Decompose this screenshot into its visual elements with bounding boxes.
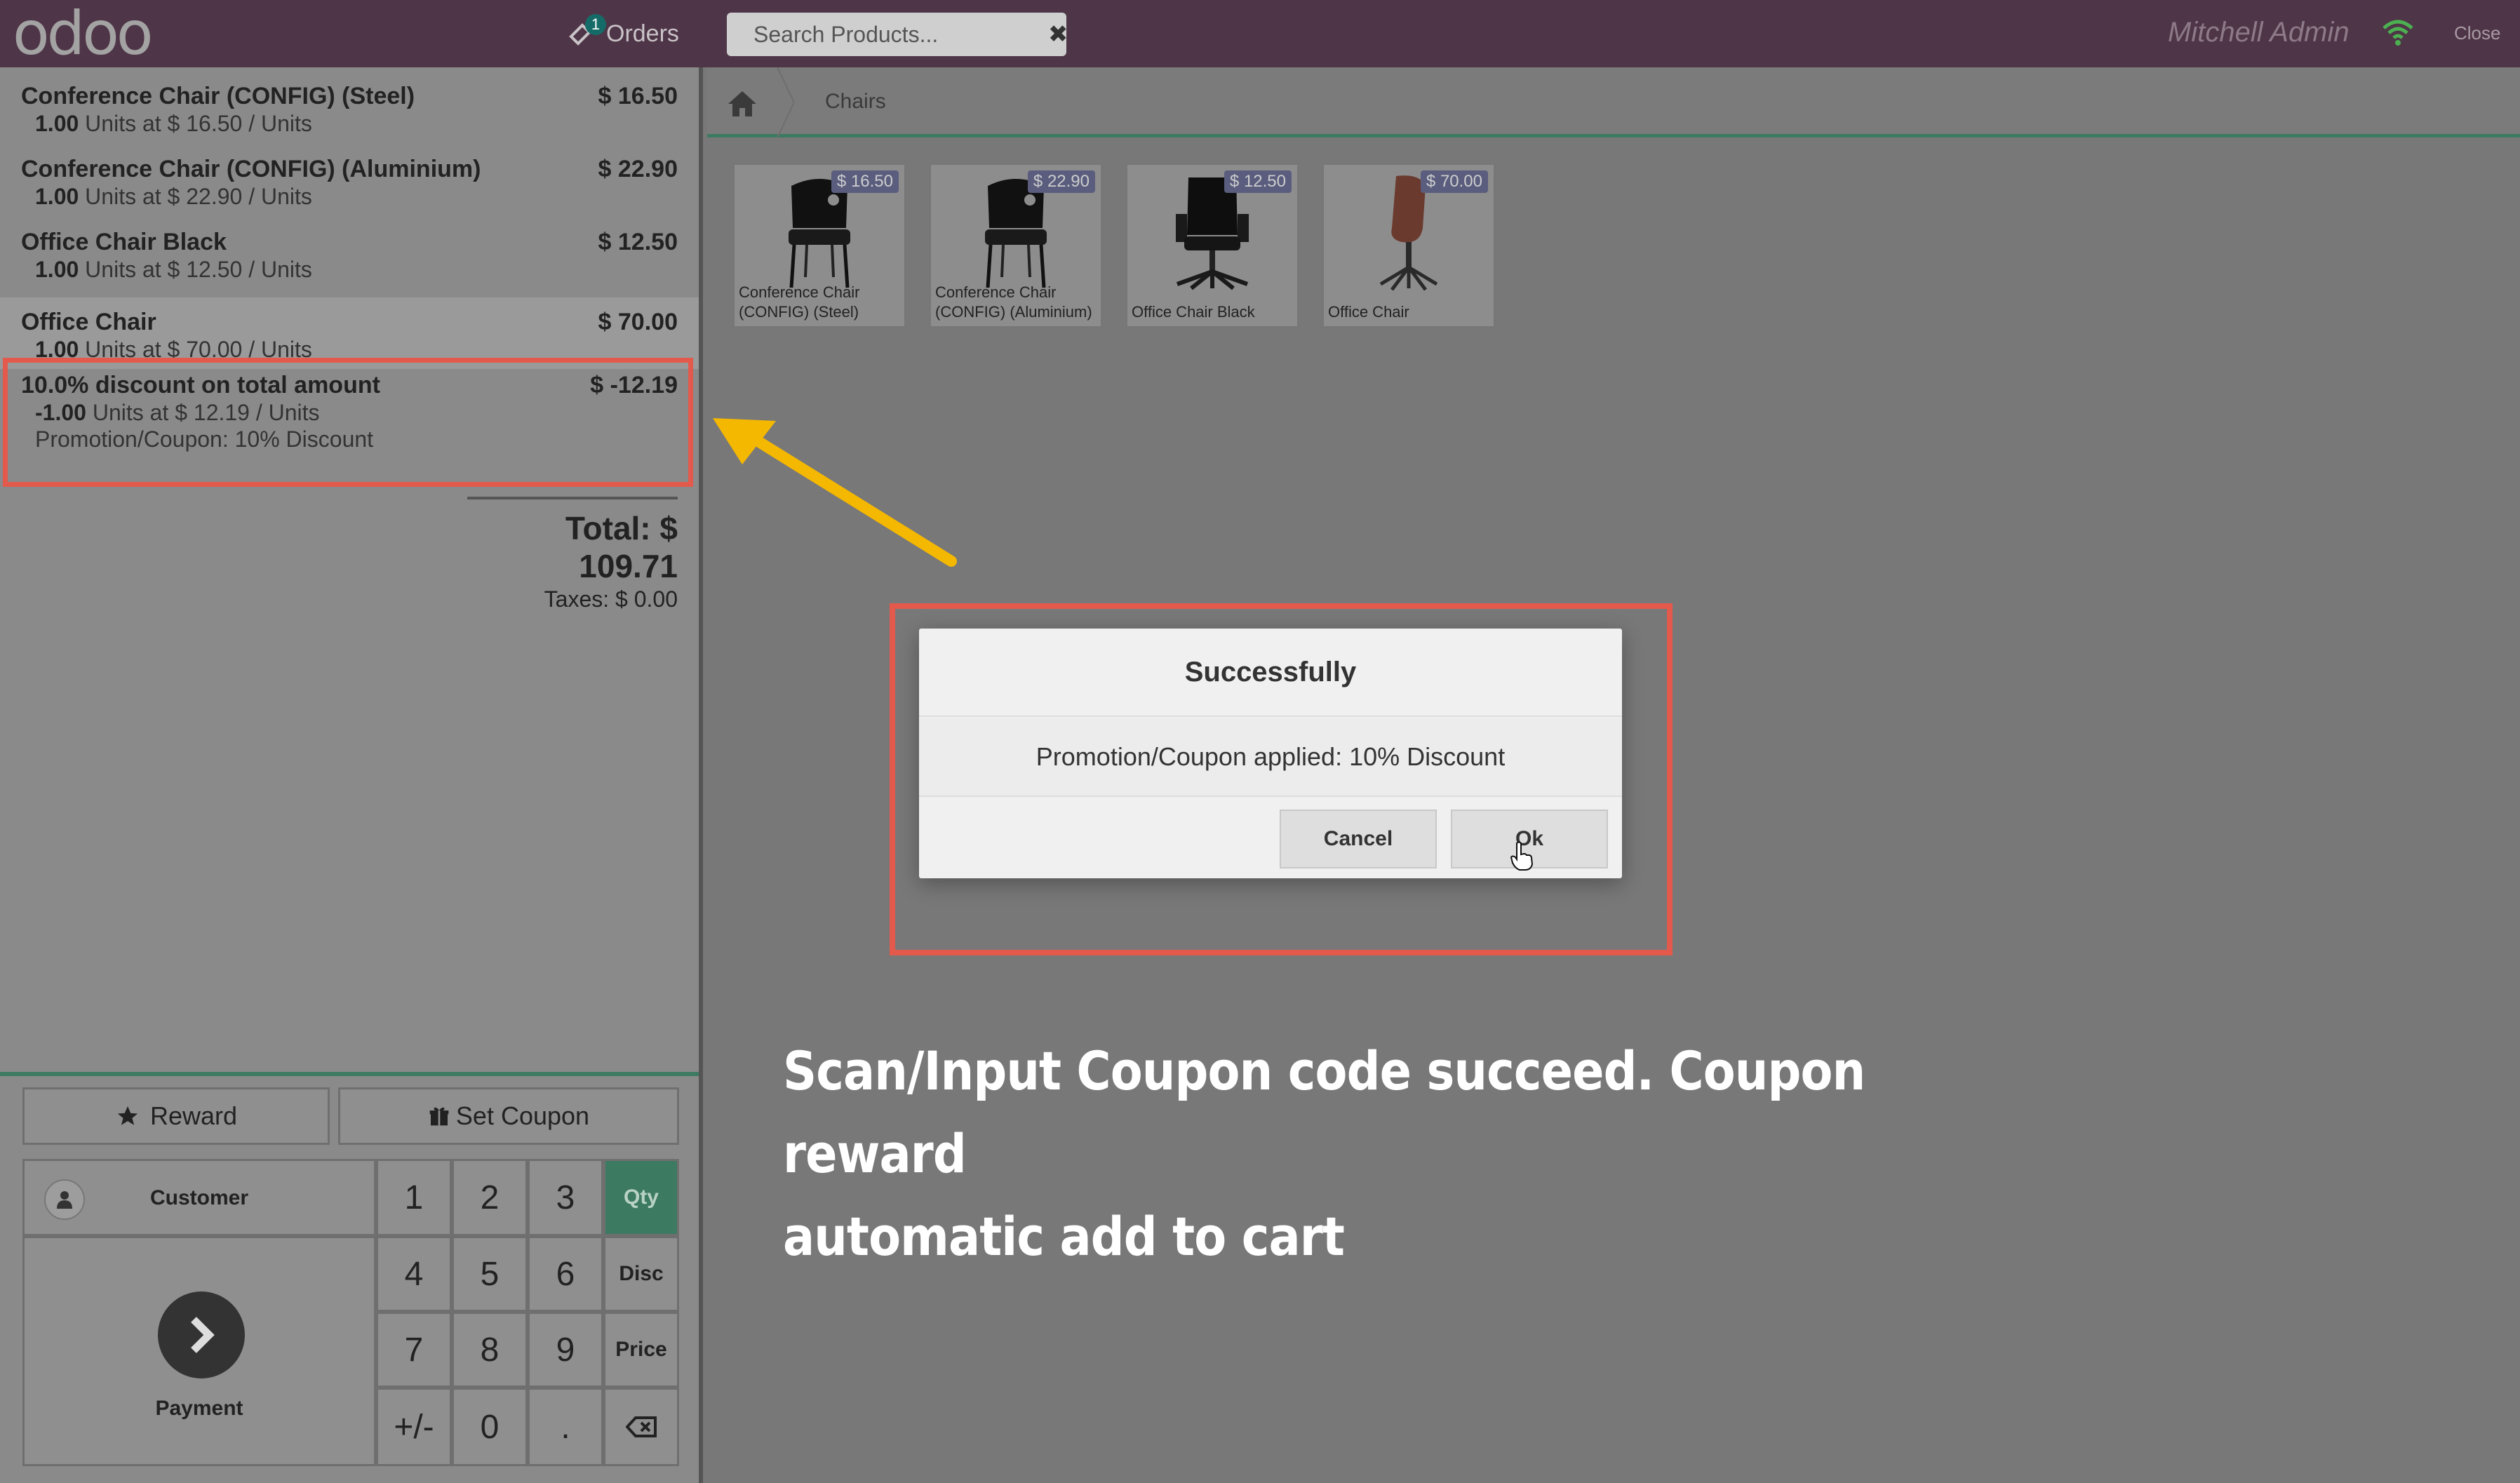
product-price-tag: $ 16.50: [831, 170, 899, 193]
backspace-icon: [626, 1416, 657, 1437]
arrow-annotation: [713, 418, 957, 567]
order-line-price: $ 70.00: [598, 309, 678, 335]
order-line-name: Conference Chair (CONFIG) (Steel): [21, 83, 415, 109]
order-line[interactable]: Conference Chair (CONFIG) (Aluminium) $ …: [0, 140, 699, 213]
gift-icon: [429, 1107, 449, 1126]
annotation-caption: Scan/Input Coupon code succeed. Coupon r…: [783, 1030, 1894, 1278]
numpad-key-decimal[interactable]: .: [528, 1388, 603, 1466]
ticket-icon: 1: [567, 14, 606, 48]
customer-button[interactable]: Customer: [22, 1159, 376, 1236]
user-name[interactable]: Mitchell Admin: [2168, 17, 2350, 48]
product-price-tag: $ 70.00: [1420, 170, 1488, 193]
product-card[interactable]: $ 22.90 Conference Chair (CONFIG) (Alumi…: [929, 163, 1103, 328]
control-panel: Reward Set Coupon Customer Payment 1 2 3…: [0, 1072, 699, 1483]
order-line[interactable]: Conference Chair (CONFIG) (Steel) $ 16.5…: [0, 67, 699, 140]
product-name: Conference Chair (CONFIG) (Steel): [739, 283, 860, 321]
order-totals: Total: $ 109.71 Taxes: $ 0.00: [467, 497, 678, 612]
product-name: Office Chair: [1328, 303, 1409, 321]
payment-label: Payment: [155, 1397, 243, 1420]
numpad-key-7[interactable]: 7: [376, 1312, 452, 1388]
top-bar: odoo 1 Orders ✖ Mitchell Admin Close: [0, 0, 2520, 67]
breadcrumb-category[interactable]: Chairs: [825, 90, 886, 114]
cancel-button[interactable]: Cancel: [1280, 810, 1437, 868]
numpad-key-8[interactable]: 8: [452, 1312, 528, 1388]
payment-button[interactable]: Payment: [22, 1236, 376, 1466]
product-card[interactable]: $ 70.00 Office Chair: [1322, 163, 1496, 328]
annotation-line-2: automatic add to cart: [783, 1205, 1345, 1268]
numpad-key-1[interactable]: 1: [376, 1159, 452, 1236]
home-icon[interactable]: [725, 88, 759, 119]
close-button[interactable]: Close: [2454, 22, 2500, 44]
product-name: Office Chair Black: [1132, 303, 1255, 321]
numpad-key-9[interactable]: 9: [528, 1312, 603, 1388]
order-line-info: Units at $ 12.50 / Units: [79, 257, 312, 282]
order-line-name: Office Chair Black: [21, 229, 227, 255]
order-line-qty: 1.00: [35, 257, 79, 282]
order-line-qty: 1.00: [35, 111, 79, 136]
product-name: Conference Chair (CONFIG) (Aluminium): [935, 283, 1092, 321]
price-mode-button[interactable]: Price: [603, 1312, 679, 1388]
cursor-hand-icon: [1510, 841, 1534, 871]
product-price-tag: $ 12.50: [1224, 170, 1292, 193]
dialog-title: Successfully: [919, 629, 1622, 717]
star-icon: [117, 1106, 138, 1125]
success-dialog: Successfully Promotion/Coupon applied: 1…: [919, 629, 1622, 878]
set-coupon-button[interactable]: Set Coupon: [338, 1087, 679, 1145]
orders-button[interactable]: 1 Orders: [567, 13, 679, 55]
orders-count-badge: 1: [585, 14, 606, 35]
breadcrumb-separator: [777, 67, 794, 137]
reward-button[interactable]: Reward: [22, 1087, 330, 1145]
order-line-name: Office Chair: [21, 309, 156, 335]
order-line-qty: 1.00: [35, 184, 79, 209]
breadcrumb: Chairs: [707, 67, 2520, 137]
clear-search-icon[interactable]: ✖: [1048, 20, 1068, 48]
set-coupon-label: Set Coupon: [455, 1101, 590, 1130]
numpad-key-5[interactable]: 5: [452, 1236, 528, 1312]
product-price-tag: $ 22.90: [1027, 170, 1095, 193]
search-input[interactable]: [753, 21, 1048, 48]
highlight-box: [3, 358, 693, 487]
order-line-price: $ 12.50: [598, 229, 678, 255]
order-line-info: Units at $ 16.50 / Units: [79, 111, 312, 136]
search-box: ✖: [727, 13, 1068, 56]
order-taxes: Taxes: $ 0.00: [544, 586, 678, 612]
reward-label: Reward: [149, 1101, 238, 1130]
order-line-info: Units at $ 22.90 / Units: [79, 184, 312, 209]
product-card[interactable]: $ 12.50 Office Chair Black: [1125, 163, 1299, 328]
backspace-button[interactable]: [603, 1388, 679, 1466]
order-line-name: Conference Chair (CONFIG) (Aluminium): [21, 156, 481, 182]
numpad-key-6[interactable]: 6: [528, 1236, 603, 1312]
order-total: Total: $ 109.71: [565, 510, 678, 584]
orders-label: Orders: [606, 20, 679, 47]
order-line-price: $ 22.90: [598, 156, 678, 182]
dialog-message: Promotion/Coupon applied: 10% Discount: [919, 718, 1622, 797]
annotation-line-1: Scan/Input Coupon code succeed. Coupon r…: [783, 1040, 1865, 1185]
disc-mode-button[interactable]: Disc: [603, 1236, 679, 1312]
qty-mode-button[interactable]: Qty: [603, 1159, 679, 1236]
order-line-price: $ 16.50: [598, 83, 678, 109]
numpad-key-3[interactable]: 3: [528, 1159, 603, 1236]
numpad-key-2[interactable]: 2: [452, 1159, 528, 1236]
product-card[interactable]: $ 16.50 Conference Chair (CONFIG) (Steel…: [732, 163, 906, 328]
odoo-logo: odoo: [13, 0, 153, 69]
chevron-right-icon: [158, 1291, 245, 1378]
customer-label: Customer: [149, 1186, 249, 1209]
numpad-key-4[interactable]: 4: [376, 1236, 452, 1312]
numpad-key-0[interactable]: 0: [452, 1388, 528, 1466]
wifi-icon: [2382, 20, 2413, 46]
order-line[interactable]: Office Chair Black $ 12.50 1.00 Units at…: [0, 213, 699, 286]
numpad-key-plus-minus[interactable]: +/-: [376, 1388, 452, 1466]
